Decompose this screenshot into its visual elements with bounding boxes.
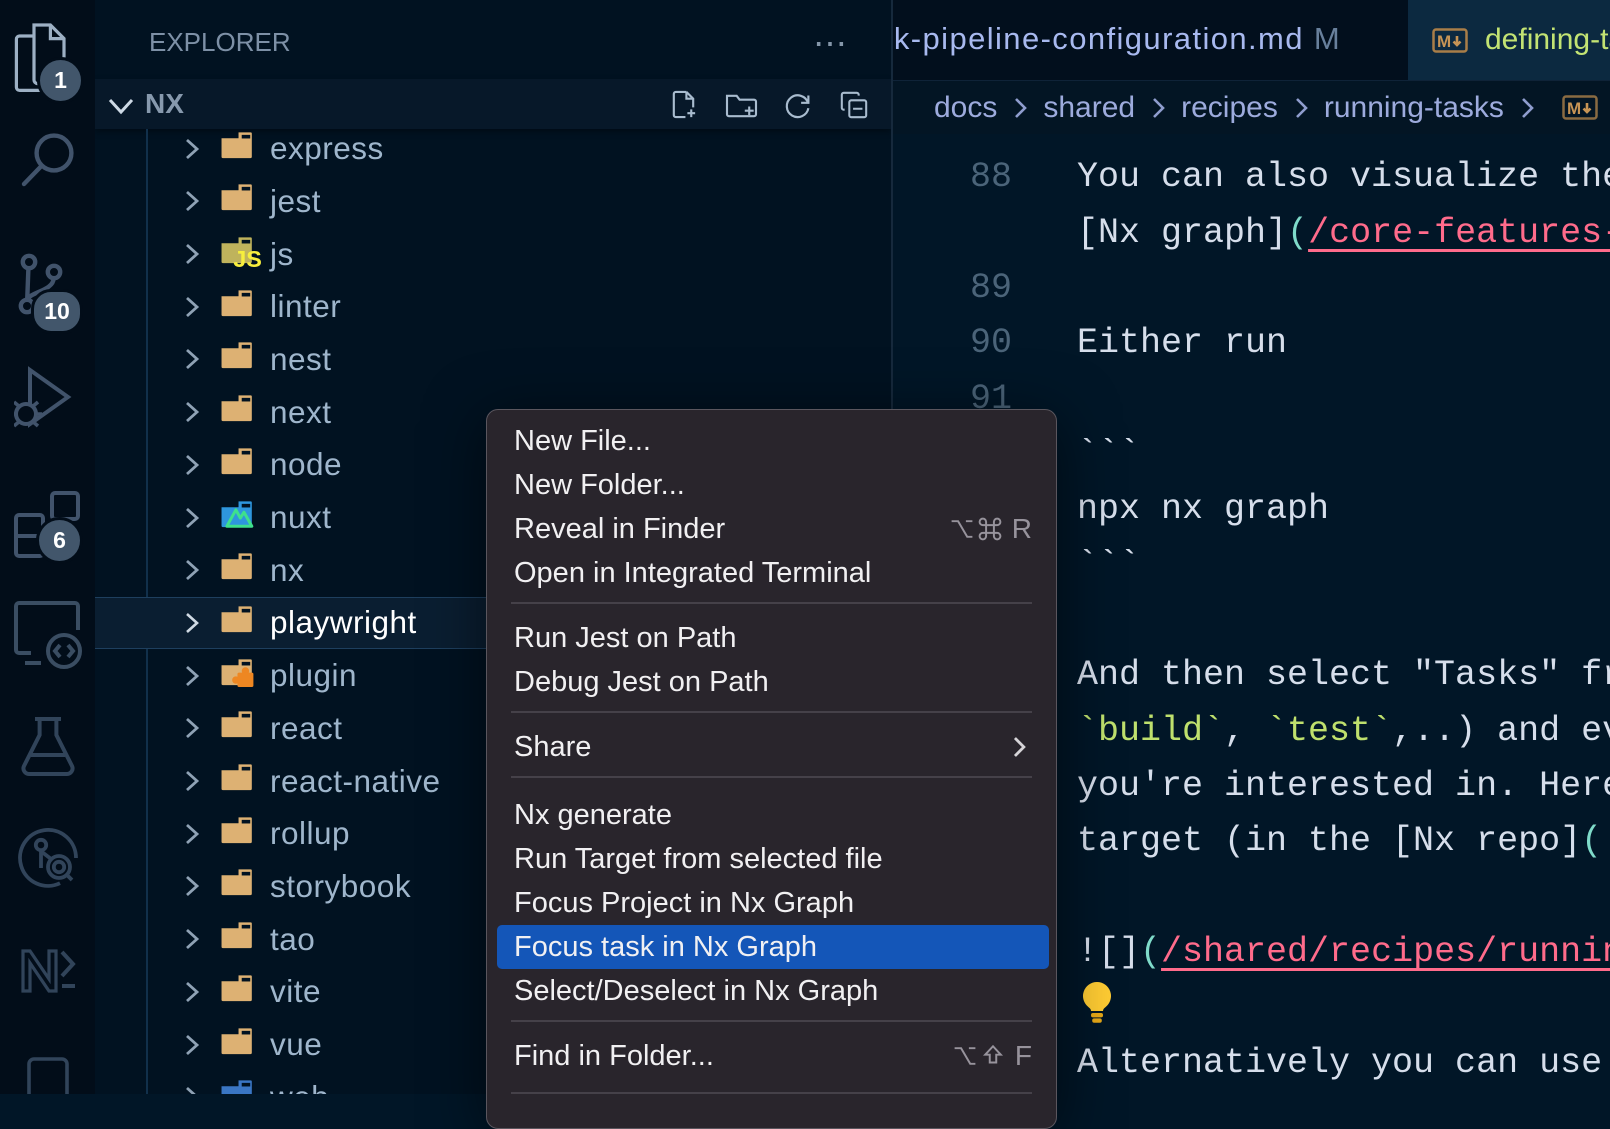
svg-text:JS: JS xyxy=(233,246,262,272)
svg-text:M: M xyxy=(1567,99,1581,118)
svg-text:M: M xyxy=(1437,32,1451,51)
